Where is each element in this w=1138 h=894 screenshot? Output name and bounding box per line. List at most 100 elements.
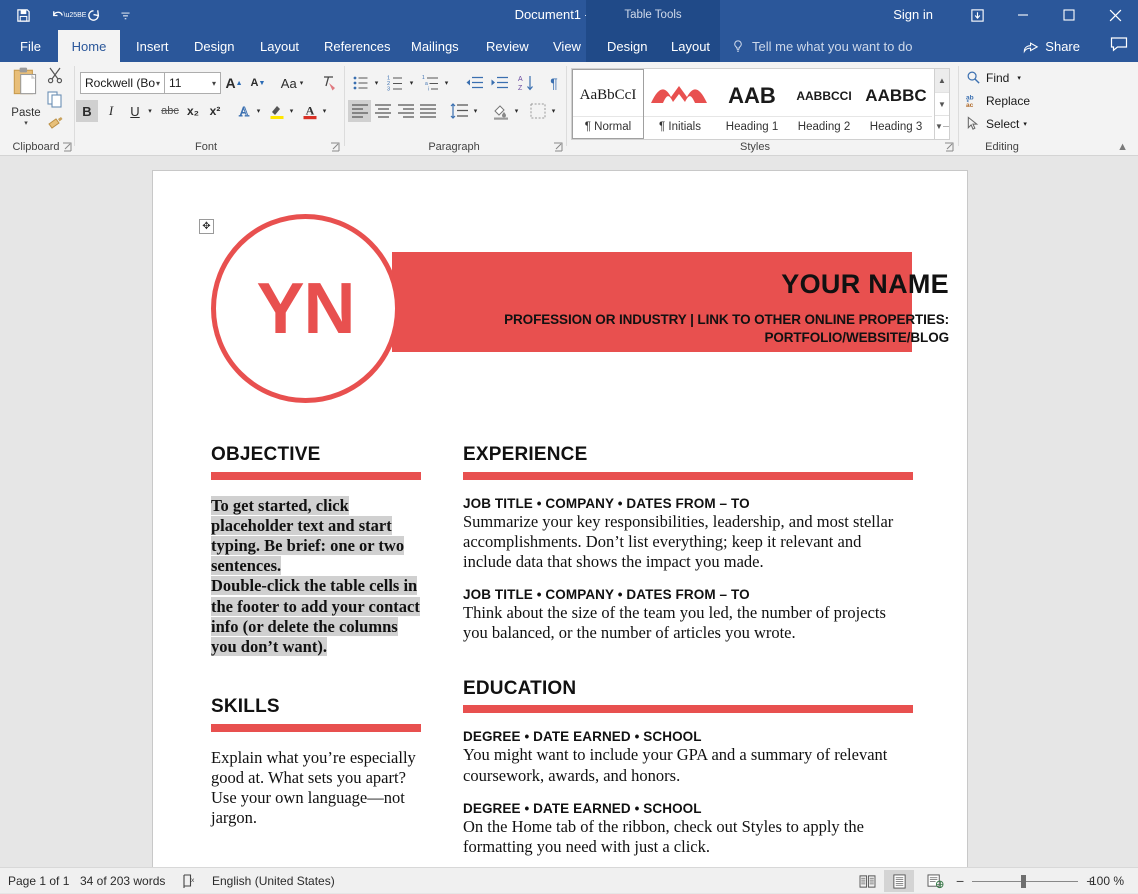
style-initials[interactable]: ¶ Initials: [644, 69, 716, 139]
tab-references[interactable]: References: [314, 30, 400, 62]
ribbon-display-options-icon[interactable]: [964, 5, 990, 25]
experience-entry-2[interactable]: JOB TITLE • COMPANY • DATES FROM – TO Th…: [463, 587, 913, 643]
tab-review[interactable]: Review: [476, 30, 539, 62]
font-size-input[interactable]: 11 ▾: [164, 72, 221, 94]
text-highlight-icon[interactable]: [266, 100, 288, 122]
show-formatting-marks-icon[interactable]: ¶: [543, 72, 565, 94]
styles-scroll-down-icon[interactable]: ▼: [935, 93, 949, 117]
decrease-indent-icon[interactable]: [462, 72, 486, 94]
line-spacing-icon[interactable]: [447, 100, 471, 122]
section-heading-education[interactable]: EDUCATION: [463, 678, 913, 700]
paste-dropdown-icon[interactable]: ▾: [24, 119, 28, 127]
read-mode-icon[interactable]: [852, 870, 882, 892]
document-canvas[interactable]: ✥ YN YOUR NAME PROFESSION OR INDUSTRY | …: [0, 156, 1138, 867]
style-normal[interactable]: AaBbCcI ¶ Normal: [572, 69, 644, 139]
borders-dropdown-icon[interactable]: ▾: [548, 100, 559, 122]
tab-view[interactable]: View: [543, 30, 591, 62]
subscript-button[interactable]: x₂: [182, 100, 204, 122]
styles-gallery[interactable]: AaBbCcI ¶ Normal ¶ Initials AAB Heading …: [571, 68, 939, 140]
superscript-button[interactable]: x²: [204, 100, 226, 122]
bullets-icon[interactable]: [350, 72, 372, 94]
borders-icon[interactable]: [527, 100, 549, 122]
font-color-dropdown-icon[interactable]: ▾: [319, 100, 330, 122]
strikethrough-button[interactable]: abc: [158, 100, 182, 122]
zoom-track[interactable]: [972, 874, 1079, 888]
copy-button[interactable]: [46, 90, 68, 112]
resume-subtitle[interactable]: PROFESSION OR INDUSTRY | LINK TO OTHER O…: [489, 311, 949, 347]
line-spacing-dropdown-icon[interactable]: ▾: [470, 100, 481, 122]
clipboard-dialog-launcher[interactable]: [62, 140, 74, 152]
tab-table-design[interactable]: Design: [597, 30, 657, 62]
minimize-button[interactable]: [1000, 0, 1046, 30]
initials-circle[interactable]: YN: [211, 214, 400, 403]
section-heading-skills[interactable]: SKILLS: [211, 696, 421, 718]
find-button[interactable]: Find ▾: [966, 70, 1021, 85]
align-center-icon[interactable]: [371, 100, 394, 122]
paragraph-dialog-launcher[interactable]: [553, 140, 565, 152]
align-right-icon[interactable]: [394, 100, 417, 122]
increase-indent-icon[interactable]: [487, 72, 511, 94]
tell-me-search[interactable]: Tell me what you want to do: [731, 30, 912, 62]
comments-button[interactable]: [1110, 30, 1128, 62]
maximize-button[interactable]: [1046, 0, 1092, 30]
styles-more-icon[interactable]: ▼ —: [935, 116, 949, 139]
zoom-out-button[interactable]: −: [956, 873, 964, 889]
tab-mailings[interactable]: Mailings: [401, 30, 469, 62]
text-effects-dropdown-icon[interactable]: ▾: [253, 100, 264, 122]
sign-in-button[interactable]: Sign in: [893, 7, 933, 22]
sort-icon[interactable]: AZ: [514, 72, 538, 94]
education-entry-1[interactable]: DEGREE • DATE EARNED • SCHOOL You might …: [463, 729, 913, 785]
share-button[interactable]: Share: [1023, 30, 1080, 62]
experience-entry-1[interactable]: JOB TITLE • COMPANY • DATES FROM – TO Su…: [463, 496, 913, 572]
underline-button[interactable]: U: [124, 100, 146, 122]
web-layout-icon[interactable]: [920, 870, 950, 892]
collapse-ribbon-icon[interactable]: ▲: [1117, 141, 1128, 153]
proofing-errors-icon[interactable]: x: [182, 868, 198, 894]
tab-design[interactable]: Design: [184, 30, 244, 62]
tab-layout[interactable]: Layout: [250, 30, 309, 62]
font-dialog-launcher[interactable]: [330, 140, 342, 152]
styles-gallery-scrollbar[interactable]: ▲ ▼ ▼ —: [934, 68, 950, 140]
multilevel-dropdown-icon[interactable]: ▾: [441, 72, 452, 94]
select-button[interactable]: Select ▾: [966, 116, 1027, 131]
education-entry-2[interactable]: DEGREE • DATE EARNED • SCHOOL On the Hom…: [463, 801, 913, 857]
align-left-icon[interactable]: [348, 100, 371, 122]
tab-home[interactable]: Home: [58, 30, 120, 62]
close-button[interactable]: [1092, 0, 1138, 30]
select-dropdown-icon[interactable]: ▾: [1023, 120, 1027, 128]
font-name-input[interactable]: Rockwell (Bo ▾: [80, 72, 165, 94]
page-indicator[interactable]: Page 1 of 1: [8, 868, 69, 894]
paste-button[interactable]: Paste ▾: [6, 66, 46, 142]
multilevel-list-icon[interactable]: 1ai: [420, 72, 442, 94]
text-effects-icon[interactable]: A: [233, 100, 255, 122]
tab-insert[interactable]: Insert: [126, 30, 179, 62]
font-size-dropdown-icon[interactable]: ▾: [212, 79, 216, 88]
font-color-icon[interactable]: A: [299, 100, 321, 122]
skills-text[interactable]: Explain what you’re especially good at. …: [211, 748, 421, 829]
language-indicator[interactable]: English (United States): [212, 868, 335, 894]
zoom-thumb[interactable]: [1021, 874, 1027, 888]
justify-icon[interactable]: [416, 100, 439, 122]
format-painter-button[interactable]: [46, 114, 68, 136]
font-name-dropdown-icon[interactable]: ▾: [156, 79, 160, 88]
style-heading-2[interactable]: AABBCCI Heading 2: [788, 69, 860, 139]
bullets-dropdown-icon[interactable]: ▾: [371, 72, 382, 94]
style-heading-3[interactable]: AABBC Heading 3: [860, 69, 932, 139]
print-layout-icon[interactable]: [884, 870, 914, 892]
clear-formatting-icon[interactable]: [317, 72, 341, 94]
italic-button[interactable]: I: [100, 100, 122, 122]
style-heading-1[interactable]: AAB Heading 1: [716, 69, 788, 139]
styles-scroll-up-icon[interactable]: ▲: [935, 69, 949, 93]
section-heading-objective[interactable]: OBJECTIVE: [211, 444, 421, 466]
change-case-button[interactable]: Aa ▾: [276, 72, 308, 94]
zoom-level[interactable]: 100 %: [1090, 868, 1124, 894]
highlight-dropdown-icon[interactable]: ▾: [286, 100, 297, 122]
underline-dropdown-icon[interactable]: ▾: [144, 100, 156, 122]
styles-dialog-launcher[interactable]: [944, 140, 956, 152]
find-dropdown-icon[interactable]: ▾: [1017, 74, 1021, 82]
resume-name[interactable]: YOUR NAME: [499, 269, 949, 300]
word-count[interactable]: 34 of 203 words: [80, 868, 165, 894]
cut-button[interactable]: [46, 66, 68, 88]
objective-paragraph-2[interactable]: Double-click the table cells in the foot…: [211, 576, 421, 657]
shading-icon[interactable]: [490, 100, 512, 122]
